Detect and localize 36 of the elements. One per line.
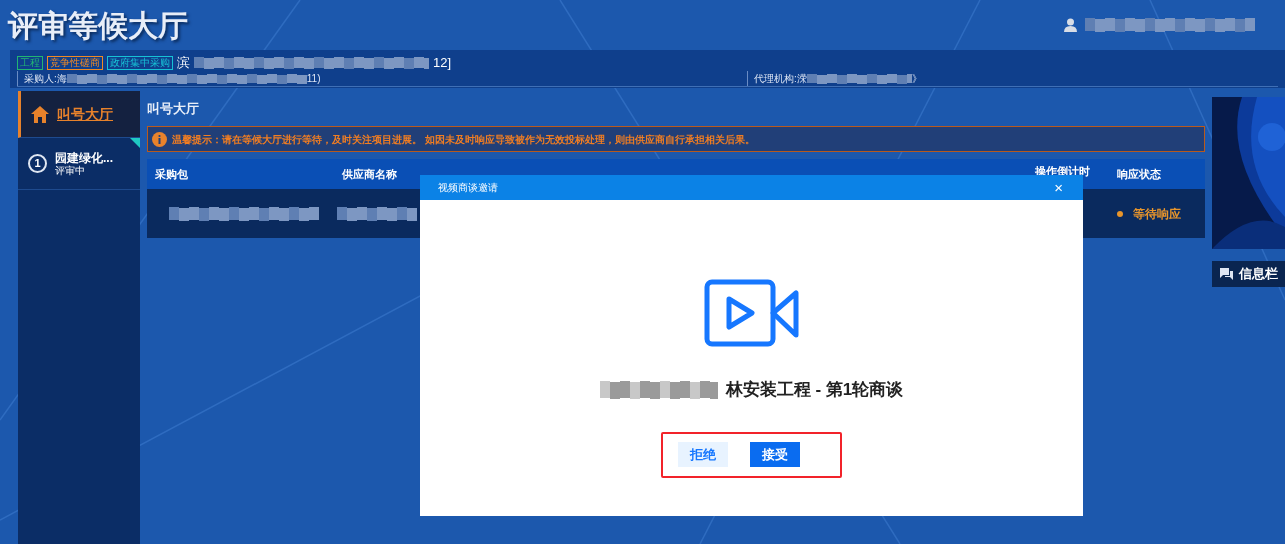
- sidebar-item[interactable]: 叫号大厅: [18, 91, 140, 138]
- project-name: 12]: [433, 54, 452, 73]
- user-icon: [1064, 18, 1077, 32]
- info-icon: [152, 131, 167, 147]
- section-title: 叫号大厅: [147, 100, 200, 118]
- project-name: 滨: [177, 54, 190, 73]
- column-header: 供应商名称: [342, 166, 397, 182]
- accept-button[interactable]: 接受: [750, 442, 800, 467]
- sidebar-status: 评审中: [55, 164, 85, 177]
- status-text: 等待响应: [1133, 205, 1181, 223]
- agency-label: 代理机构:: [754, 72, 797, 86]
- warning-text: 温馨提示：请在等候大厅进行等待，及时关注项目进展。 如因未及时响应导致被作为无效投标处理，则由供应商自行承担相关后果。: [172, 132, 755, 147]
- sidebar-item[interactable]: 1 园建绿化... 评审中: [18, 138, 140, 190]
- close-button[interactable]: ×: [1054, 180, 1063, 195]
- agency-name: 》: [911, 72, 922, 86]
- info-panel-title: 信息栏: [1239, 265, 1278, 284]
- sidebar-label: 园建绿化...: [55, 150, 113, 165]
- project-tag: 工程: [17, 56, 43, 70]
- page-title: 评审等候大厅: [8, 7, 188, 44]
- corner-marker-icon: [130, 138, 140, 148]
- dialog-title: 视频商谈邀请: [438, 181, 498, 195]
- video-camera-icon: [703, 279, 800, 347]
- negotiation-subject: 林安装工程 - 第1轮商谈: [725, 379, 904, 401]
- chat-icon: [1220, 268, 1233, 280]
- column-header: 响应状态: [1117, 166, 1161, 182]
- sidebar-label: 叫号大厅: [57, 104, 113, 124]
- column-header: 采购包: [155, 166, 188, 182]
- buyer-name: 海: [56, 72, 67, 86]
- home-icon: [31, 105, 49, 123]
- agency-name: 溁: [796, 72, 807, 86]
- step-number: 1: [28, 154, 47, 173]
- project-tag: 政府集中采购: [107, 56, 173, 70]
- reject-button[interactable]: 拒绝: [678, 442, 728, 467]
- project-tag: 竞争性磋商: [47, 56, 103, 70]
- buyer-name: 11): [306, 72, 321, 86]
- buyer-label: 采购人:: [24, 72, 57, 86]
